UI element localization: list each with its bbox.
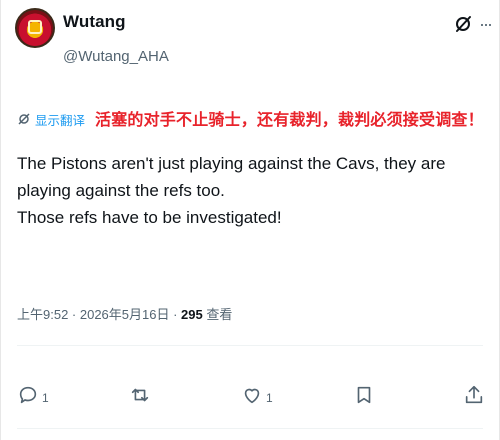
like-count: 1 <box>266 391 273 405</box>
timestamp[interactable]: 上午9:52 · 2026年5月16日 · <box>17 307 181 322</box>
tweet-line-2: Those refs have to be investigated! <box>17 208 282 227</box>
club-crest-icon <box>28 20 42 34</box>
reply-button[interactable]: 1 <box>17 384 49 406</box>
bookmark-button[interactable] <box>353 384 375 406</box>
show-translation-link[interactable]: 显示翻译 <box>35 110 85 129</box>
chinese-annotation: 活塞的对手不止骑士，还有裁判，裁判必须接受调查！ <box>95 110 484 129</box>
reply-icon <box>19 386 37 404</box>
divider <box>17 345 483 346</box>
views-label: 查看 <box>202 307 233 322</box>
tweet-card: Wutang @Wutang_AHA ··· 显示翻译 活塞的对手不止骑士，还有… <box>0 0 500 440</box>
heart-icon <box>244 388 260 404</box>
user-handle[interactable]: @Wutang_AHA <box>63 48 169 65</box>
more-options-icon[interactable]: ··· <box>479 14 493 35</box>
share-icon <box>465 385 483 404</box>
views-count: 295 <box>181 307 203 322</box>
reply-count: 1 <box>42 391 49 405</box>
retweet-button[interactable] <box>129 384 154 406</box>
grok-icon[interactable] <box>453 14 473 34</box>
translate-icon <box>18 113 30 125</box>
tweet-text: The Pistons aren't just playing against … <box>17 150 491 231</box>
bottom-divider <box>17 428 483 429</box>
action-bar: 1 1 <box>1 384 500 410</box>
avatar[interactable] <box>15 8 55 48</box>
like-button[interactable]: 1 <box>241 384 273 406</box>
retweet-icon <box>131 388 149 402</box>
share-button[interactable] <box>463 384 485 406</box>
bookmark-icon <box>357 386 371 404</box>
translate-row: 显示翻译 <box>17 110 85 128</box>
display-name[interactable]: Wutang <box>63 12 126 32</box>
tweet-line-1: The Pistons aren't just playing against … <box>17 154 446 200</box>
tweet-meta: 上午9:52 · 2026年5月16日 · 295 查看 <box>17 304 232 323</box>
